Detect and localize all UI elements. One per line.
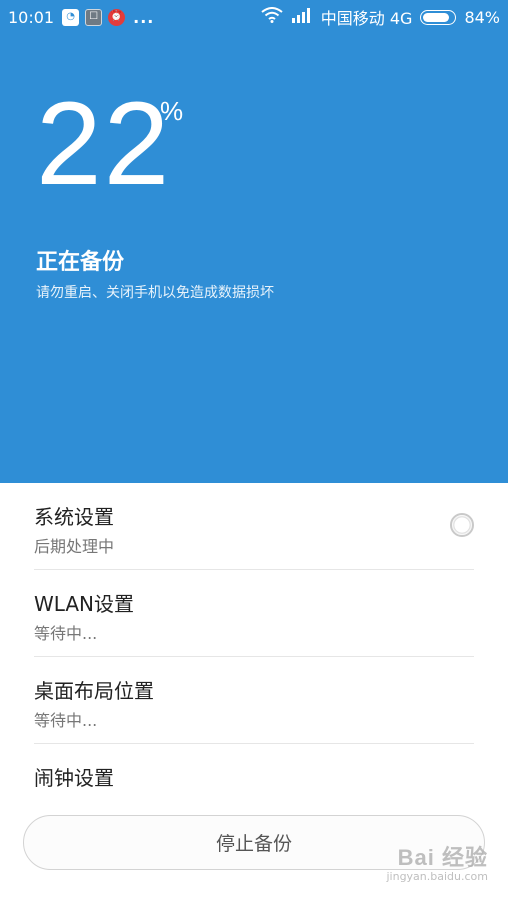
battery-percent: 84%	[464, 7, 500, 27]
progress-value: 22	[36, 78, 172, 210]
carrier-label: 中国移动 4G	[320, 9, 413, 28]
item-state: 等待中...	[34, 711, 98, 730]
app-notification-icon: ◔	[62, 8, 80, 26]
alarm-app-icon: ⏰	[108, 8, 126, 26]
item-state: 等待中...	[34, 624, 98, 643]
wifi-icon	[261, 7, 283, 27]
backup-item-list: 系统设置 后期处理中 WLAN设置 等待中... 桌面布局位置 等待中... 闹…	[0, 483, 508, 831]
item-state: 后期处理中	[34, 537, 115, 556]
backup-item-desktop-layout: 桌面布局位置 等待中...	[34, 657, 474, 744]
watermark: Bai 经验 jingyan.baidu.com	[386, 840, 488, 883]
backup-status-subtitle: 请勿重启、关闭手机以免造成数据损坏	[36, 285, 274, 301]
item-name: 桌面布局位置	[34, 679, 154, 703]
more-notifications: ...	[133, 7, 155, 27]
backup-status-title: 正在备份	[36, 250, 125, 275]
progress-percent: 22 %	[36, 84, 183, 204]
item-name: 闹钟设置	[34, 766, 114, 790]
progress-header: 10:01 ◔ ☐ ⏰ ... 中国移动 4G 84% 22 % 正在备份 请勿…	[0, 0, 508, 483]
watermark-logo: Bai 经验	[397, 845, 488, 870]
status-bar: 10:01 ◔ ☐ ⏰ ... 中国移动 4G 84%	[0, 0, 508, 34]
watermark-url: jingyan.baidu.com	[386, 870, 488, 883]
backup-item-wlan-settings: WLAN设置 等待中...	[34, 570, 474, 657]
status-time: 10:01	[8, 7, 55, 27]
battery-icon	[420, 9, 457, 25]
signal-icon	[291, 7, 313, 27]
item-name: WLAN设置	[34, 592, 135, 616]
app-gray-icon: ☐	[85, 8, 103, 26]
item-name: 系统设置	[34, 505, 114, 529]
progress-unit: %	[160, 96, 184, 126]
loading-spinner-icon	[450, 513, 474, 537]
backup-item-system-settings: 系统设置 后期处理中	[34, 483, 474, 570]
